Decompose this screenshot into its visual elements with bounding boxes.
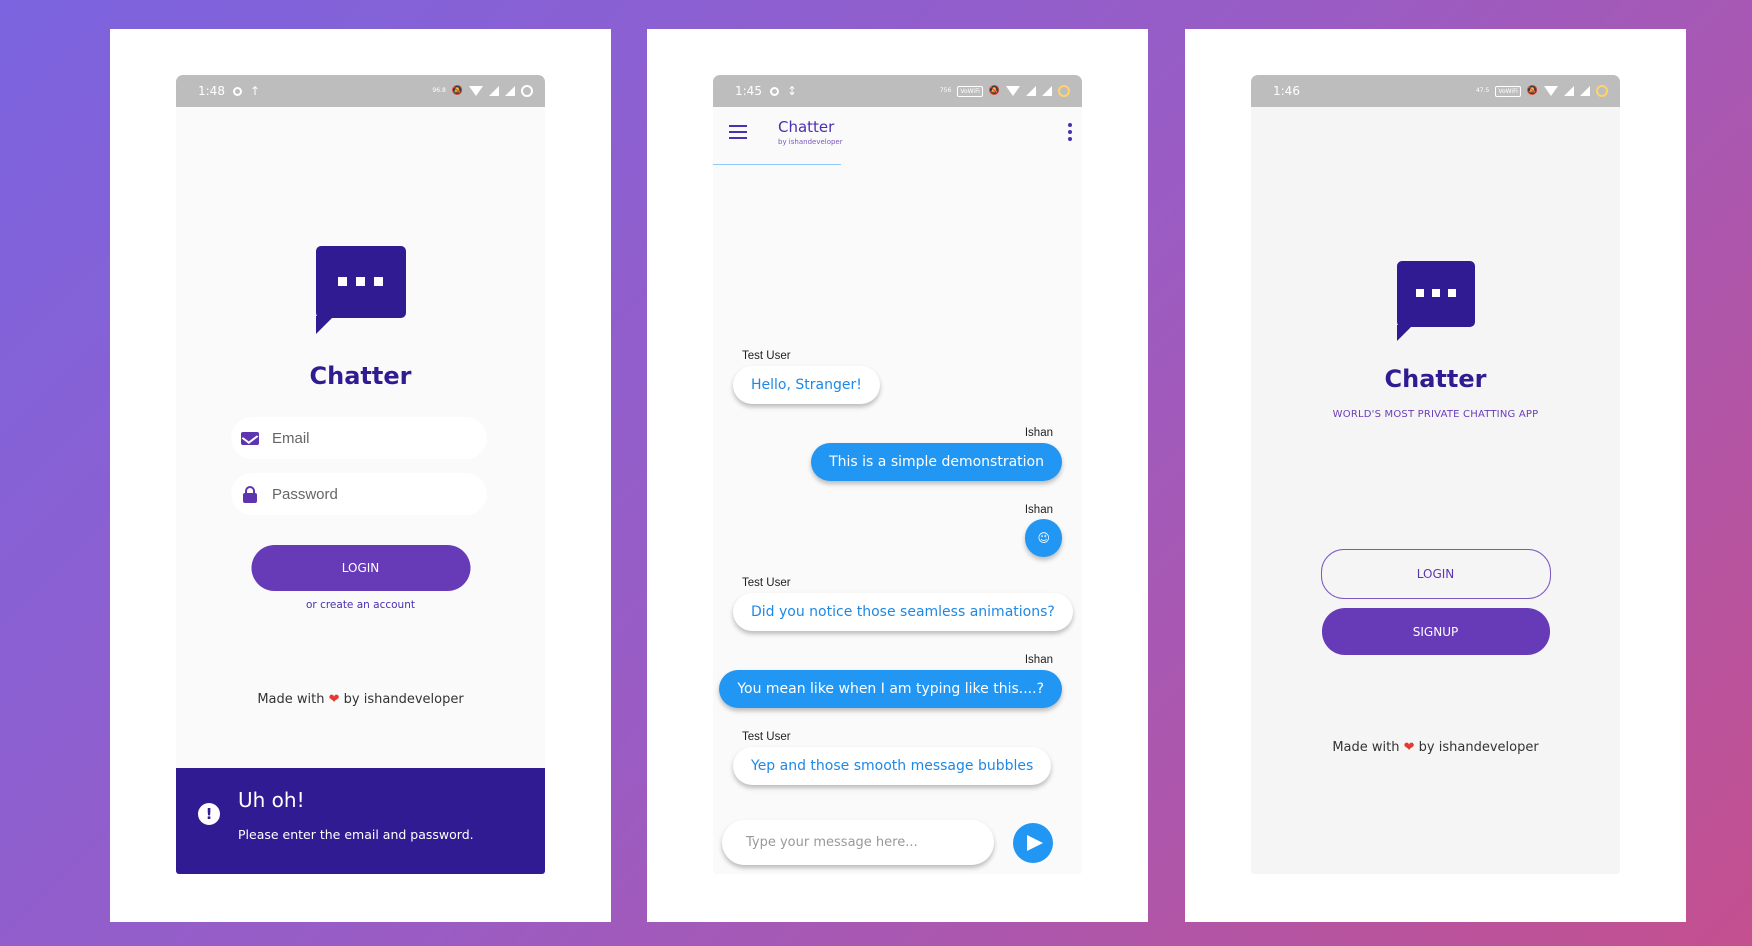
app-bar-subtitle: by ishandeveloper	[778, 138, 843, 146]
message-bubble: You mean like when I am typing like this…	[719, 670, 1062, 708]
chat-screen-card: 1:45 ↕ 756 VoWiFi 🔕 Chatter by ishandeve…	[647, 29, 1148, 922]
app-title: Chatter	[1384, 365, 1487, 393]
alert-icon: !	[198, 803, 220, 825]
status-time: 1:48	[198, 84, 225, 98]
chat-logo-icon	[315, 246, 406, 336]
footer-suffix: by ishandeveloper	[343, 692, 464, 707]
message-bubble: Hello, Stranger!	[733, 366, 880, 404]
snackbar-message: Please enter the email and password.	[238, 827, 474, 842]
wifi-icon	[1544, 86, 1558, 96]
password-field[interactable]: Password	[231, 473, 487, 515]
battery-icon	[1596, 85, 1608, 97]
login-button[interactable]: LOGIN	[251, 545, 470, 591]
network-speed: 47.5	[1475, 87, 1490, 94]
wifi-icon	[1006, 86, 1020, 96]
footer-prefix: Made with	[257, 692, 325, 707]
send-button[interactable]	[1013, 823, 1053, 863]
message-sender: Ishan	[1024, 427, 1053, 439]
login-button[interactable]: LOGIN	[1320, 549, 1551, 599]
battery-icon	[521, 85, 533, 97]
app-bar-title: Chatter	[778, 118, 835, 136]
download-icon: ↕	[786, 84, 798, 98]
vowifi-badge: VoWiFi	[1495, 85, 1521, 97]
signal-icon-2	[505, 86, 515, 96]
login-phone: 1:48 ↑ 96.8 🔕 Chatter Email Password LOG…	[176, 75, 545, 874]
signal-icon	[1564, 86, 1574, 96]
message-sender: Ishan	[1024, 654, 1053, 666]
mute-icon: 🔕	[1526, 86, 1538, 96]
mute-icon: 🔕	[988, 86, 1000, 96]
network-speed: 96.8	[432, 87, 446, 94]
footer-credit: Made with ❤ by ishandeveloper	[1251, 740, 1620, 755]
signal-icon	[489, 86, 499, 96]
status-time: 1:46	[1273, 84, 1300, 98]
record-icon	[769, 86, 779, 96]
message-input[interactable]: Type your message here...	[722, 820, 994, 865]
message-sender: Test User	[742, 577, 791, 589]
chat-logo-icon	[1396, 261, 1475, 351]
heart-icon: ❤	[1403, 740, 1415, 755]
menu-icon[interactable]	[729, 125, 747, 139]
lock-icon	[241, 485, 259, 503]
app-tagline: WORLD'S MOST PRIVATE CHATTING APP	[1332, 409, 1539, 420]
email-placeholder: Email	[272, 429, 310, 447]
welcome-screen-card: 1:46 47.5 VoWiFi 🔕 Chatter WORLD'S MOST …	[1185, 29, 1686, 922]
message-bubble: Did you notice those seamless animations…	[733, 593, 1073, 631]
status-bar: 1:46 47.5 VoWiFi 🔕	[1251, 75, 1620, 107]
footer-suffix: by ishandeveloper	[1418, 740, 1539, 755]
signal-icon-2	[1580, 86, 1590, 96]
email-icon	[241, 430, 259, 446]
app-bar: Chatter by ishandeveloper	[713, 107, 1082, 165]
signal-icon-2	[1042, 86, 1052, 96]
footer-credit: Made with ❤ by ishandeveloper	[176, 692, 545, 707]
password-placeholder: Password	[272, 485, 338, 503]
wifi-icon	[469, 86, 483, 96]
error-snackbar: ! Uh oh! Please enter the email and pass…	[176, 768, 545, 874]
heart-icon: ❤	[328, 692, 340, 707]
message-bubble: This is a simple demonstration	[811, 443, 1062, 481]
app-bar-divider	[713, 164, 841, 165]
message-sender: Test User	[742, 350, 791, 362]
signup-button[interactable]: SIGNUP	[1321, 608, 1550, 655]
login-screen-card: 1:48 ↑ 96.8 🔕 Chatter Email Password LOG…	[110, 29, 611, 922]
status-time: 1:45	[735, 84, 762, 98]
create-account-link[interactable]: or create an account	[176, 599, 545, 611]
message-bubble: 😉	[1025, 519, 1062, 557]
status-bar: 1:48 ↑ 96.8 🔕	[176, 75, 545, 107]
signal-icon	[1026, 86, 1036, 96]
battery-icon	[1058, 85, 1070, 97]
app-title: Chatter	[309, 362, 412, 390]
message-sender: Test User	[742, 731, 791, 743]
record-icon	[232, 86, 242, 96]
status-bar: 1:45 ↕ 756 VoWiFi 🔕	[713, 75, 1082, 107]
footer-prefix: Made with	[1332, 740, 1400, 755]
email-field[interactable]: Email	[231, 417, 487, 459]
more-vert-icon[interactable]	[1068, 123, 1072, 141]
welcome-phone: 1:46 47.5 VoWiFi 🔕 Chatter WORLD'S MOST …	[1251, 75, 1620, 874]
vowifi-badge: VoWiFi	[957, 85, 983, 97]
mute-icon: 🔕	[451, 86, 463, 96]
send-icon	[1027, 835, 1043, 851]
message-bubble: Yep and those smooth message bubbles	[733, 747, 1052, 785]
message-sender: Ishan	[1024, 504, 1053, 516]
upload-icon: ↑	[249, 84, 261, 98]
chat-phone: 1:45 ↕ 756 VoWiFi 🔕 Chatter by ishandeve…	[713, 75, 1082, 874]
snackbar-title: Uh oh!	[238, 788, 305, 812]
network-speed: 756	[939, 87, 952, 94]
